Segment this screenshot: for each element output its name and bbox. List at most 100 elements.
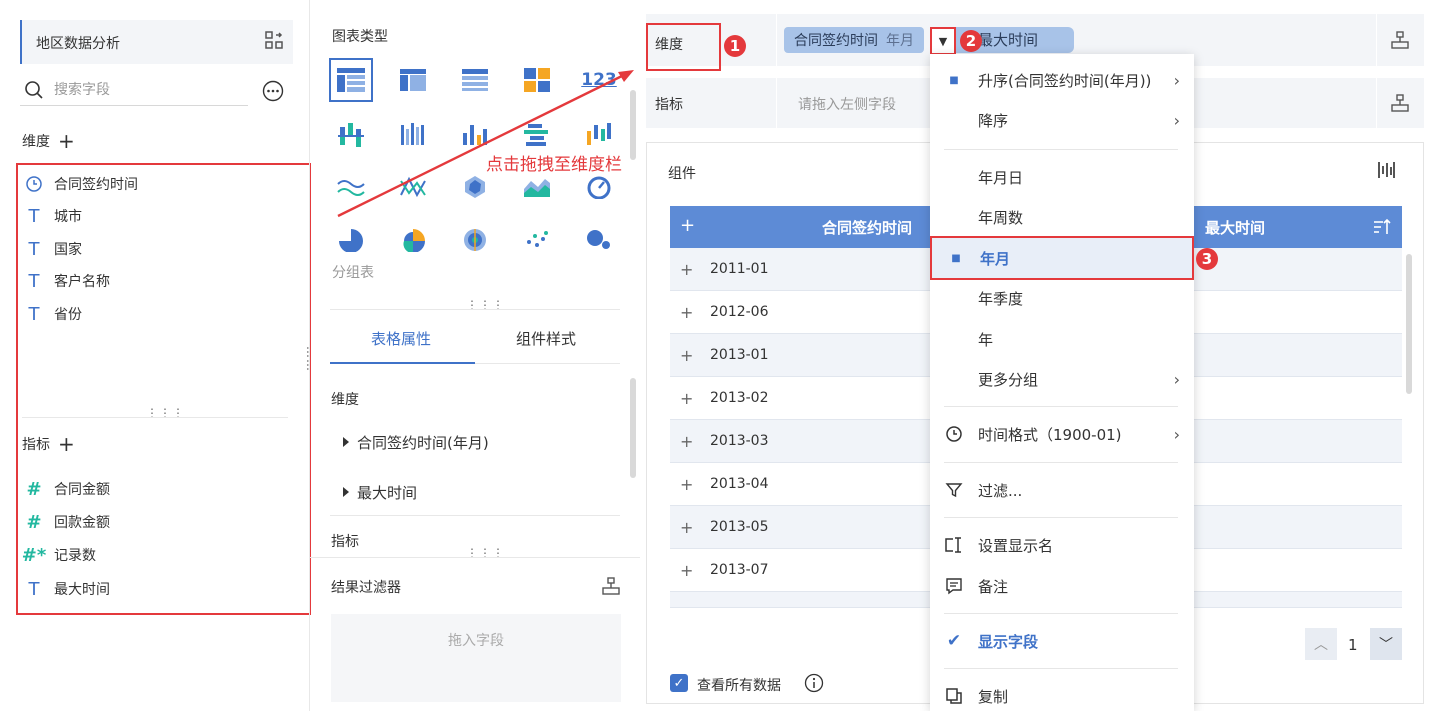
clock-icon — [946, 426, 962, 442]
field-item[interactable]: T 客户名称 — [24, 269, 111, 293]
expand-icon — [343, 487, 349, 497]
prop-dim-item[interactable]: 合同签约时间(年月) — [343, 432, 489, 453]
text-type-icon: T — [28, 303, 40, 325]
more-options-icon[interactable] — [262, 80, 284, 102]
comment-icon — [946, 578, 962, 595]
search-icon — [25, 81, 43, 99]
field-item[interactable]: #* 记录数 — [21, 543, 96, 567]
resize-handle[interactable]: ⋮⋮⋮ — [146, 407, 185, 419]
page-number: 1 — [1348, 636, 1358, 654]
pill-dropdown-button[interactable]: ▼ — [930, 27, 956, 55]
active-tab-indicator — [330, 362, 475, 364]
menu-sort-asc[interactable]: ■ 升序(合同签约时间(年月)) › — [930, 60, 1194, 100]
hierarchy-icon[interactable] — [601, 576, 621, 596]
filter-drop-area[interactable]: 拖入字段 — [331, 614, 621, 702]
view-all-checkbox[interactable]: ✓ — [670, 674, 688, 692]
column-header[interactable]: 最大时间 — [1205, 217, 1265, 238]
tab-component-style[interactable]: 组件样式 — [516, 328, 576, 349]
expand-row-icon[interactable]: + — [680, 518, 693, 537]
menu-group-yw[interactable]: 年周数 — [930, 197, 1194, 237]
menu-filter[interactable]: 过滤... — [930, 470, 1194, 510]
menu-group-yq[interactable]: 年季度 — [930, 278, 1194, 318]
add-dimension-icon[interactable]: + — [58, 131, 75, 151]
prop-dimension-label: 维度 — [331, 392, 359, 408]
prop-dim-item[interactable]: 最大时间 — [343, 482, 417, 503]
expand-row-icon[interactable]: + — [680, 475, 693, 494]
number-type-icon: # — [26, 478, 42, 500]
divider — [310, 557, 640, 558]
field-item[interactable]: # 回款金额 — [24, 510, 110, 534]
calculated-text-icon: T — [28, 578, 40, 600]
divider — [330, 309, 620, 310]
sort-icon[interactable] — [1372, 217, 1392, 237]
dimension-label-highlight — [646, 23, 721, 71]
resize-handle[interactable]: ⋮⋮⋮ — [466, 547, 505, 559]
chart-settings-icon[interactable] — [1376, 160, 1396, 180]
menu-sort-desc[interactable]: 降序 › — [930, 100, 1194, 140]
page-prev-button[interactable]: ︿ — [1305, 628, 1337, 660]
expand-row-icon[interactable]: + — [680, 346, 693, 365]
expand-all-icon[interactable]: + — [680, 215, 695, 236]
tab-table-properties[interactable]: 表格属性 — [371, 328, 431, 349]
text-type-icon: T — [28, 238, 40, 260]
filter-icon — [945, 483, 963, 498]
drag-hint: 点击拖拽至维度栏 — [486, 155, 622, 175]
menu-divider — [944, 462, 1178, 463]
resize-handle[interactable]: ⋮⋮⋮ — [466, 299, 505, 311]
menu-group-y[interactable]: 年 — [930, 319, 1194, 359]
expand-row-icon[interactable]: + — [680, 389, 693, 408]
column-header[interactable]: 合同签约时间 — [822, 217, 912, 238]
text-type-icon: T — [28, 270, 40, 292]
add-indicator-icon[interactable]: + — [58, 434, 75, 454]
view-all-label: 查看所有数据 — [697, 678, 781, 694]
hierarchy-icon[interactable] — [1390, 93, 1410, 113]
dimension-pill[interactable]: 合同签约时间 年月 — [784, 27, 924, 53]
switch-dataset-icon[interactable] — [264, 30, 284, 50]
selected-dot-icon: ■ — [951, 252, 961, 264]
field-item[interactable]: 合同签约时间 — [24, 172, 138, 196]
expand-row-icon[interactable]: + — [680, 260, 693, 279]
step-badge: 1 — [724, 35, 746, 57]
panel-resize-handle[interactable]: ⋯⋯ — [301, 346, 315, 372]
table-scrollbar[interactable] — [1406, 254, 1412, 394]
indicator-shelf-label: 指标 — [655, 97, 683, 113]
menu-set-display-name[interactable]: 设置显示名 — [930, 525, 1194, 565]
drop-field-hint: 拖入字段 — [448, 633, 504, 649]
field-context-menu: ■ 升序(合同签约时间(年月)) › 降序 › 年月日 年周数 ■ 年月 年季度 … — [930, 54, 1194, 711]
dataset-title: 地区数据分析 — [36, 36, 120, 52]
chevron-right-icon: › — [1173, 110, 1180, 130]
divider — [1376, 78, 1377, 128]
info-icon[interactable] — [804, 673, 824, 693]
field-item[interactable]: T 城市 — [24, 204, 83, 228]
menu-copy[interactable]: 复制 — [930, 676, 1194, 711]
field-item[interactable]: # 合同金额 — [24, 477, 110, 501]
menu-show-field[interactable]: ✔ 显示字段 — [930, 621, 1194, 661]
indicator-placeholder: 请拖入左侧字段 — [798, 97, 896, 113]
text-type-icon: T — [28, 205, 40, 227]
indicator-header: 指标 + — [22, 434, 75, 454]
divider — [776, 78, 777, 128]
selected-dot-icon: ■ — [949, 74, 959, 86]
count-type-icon: #* — [21, 544, 47, 566]
menu-group-ym[interactable]: ■ 年月 — [930, 236, 1194, 280]
component-title: 组件 — [668, 166, 696, 182]
clock-icon — [26, 176, 42, 192]
multi-pie-icon — [464, 229, 486, 251]
expand-row-icon[interactable]: + — [680, 303, 693, 322]
property-scrollbar[interactable] — [630, 378, 636, 478]
menu-remark[interactable]: 备注 — [930, 566, 1194, 606]
expand-row-icon[interactable]: + — [680, 432, 693, 451]
menu-time-format[interactable]: 时间格式（1900-01) › — [930, 414, 1194, 454]
page-next-button[interactable]: ﹀ — [1370, 628, 1402, 660]
expand-row-icon[interactable]: + — [680, 561, 693, 580]
menu-group-ymd[interactable]: 年月日 — [930, 157, 1194, 197]
prop-indicator-label: 指标 — [331, 534, 359, 550]
hierarchy-icon[interactable] — [1390, 30, 1410, 50]
field-item[interactable]: T 省份 — [24, 302, 83, 326]
field-item[interactable]: T 国家 — [24, 237, 83, 261]
indicator-label: 指标 — [22, 437, 50, 453]
menu-more-group[interactable]: 更多分组 › — [930, 359, 1194, 399]
search-input[interactable] — [54, 78, 244, 102]
divider — [22, 417, 288, 418]
field-item[interactable]: T 最大时间 — [24, 577, 111, 601]
